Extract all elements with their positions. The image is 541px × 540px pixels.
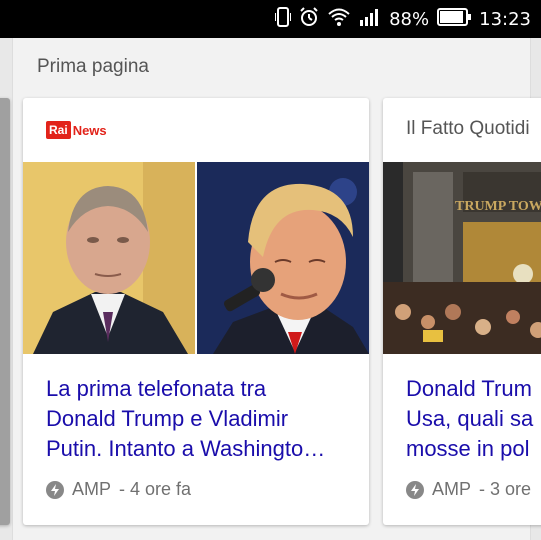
news-logo-text: News (72, 122, 107, 138)
headline-line: Donald Trum (406, 376, 532, 401)
headline-line: La prima telefonata tra (46, 376, 267, 401)
headline-link[interactable]: La prima telefonata tra Donald Trump e V… (46, 374, 325, 464)
rai-logo-box: Rai (46, 121, 71, 139)
headline-line: Donald Trump e Vladimir (46, 406, 289, 431)
trump-tower-sign: TRUMP TOWER (455, 199, 541, 214)
card-meta: AMP - 4 ore fa (46, 479, 191, 500)
previous-card-peek[interactable] (0, 98, 10, 525)
headline-link[interactable]: Donald Trum Usa, quali sa mosse in pol (406, 374, 533, 464)
signal-icon (359, 7, 381, 32)
article-thumbnail[interactable] (23, 162, 369, 354)
amp-bolt-icon (406, 480, 424, 499)
news-card-ilfatto[interactable]: Il Fatto Quotidi TRUMP TOWER Donald Trum… (383, 98, 541, 525)
clock: 13:23 (479, 8, 531, 30)
vibrate-icon (274, 6, 293, 32)
section-title: Prima pagina (37, 56, 149, 77)
time-ago: - 3 ore (479, 479, 532, 499)
amp-bolt-icon (46, 480, 64, 499)
wifi-icon (327, 7, 351, 32)
source-logo: Rai News (46, 120, 107, 140)
battery-icon (437, 7, 472, 31)
battery-percent: 88% (389, 8, 430, 30)
article-thumbnail[interactable]: TRUMP TOWER (383, 162, 541, 354)
amp-label: AMP (72, 479, 112, 499)
headline-line: mosse in pol (406, 436, 530, 461)
card-meta: AMP - 3 ore (406, 479, 531, 500)
time-ago: - 4 ore fa (119, 479, 192, 499)
alarm-icon (299, 6, 319, 32)
amp-label: AMP (432, 479, 472, 499)
headline-line: Putin. Intanto a Washingto… (46, 436, 326, 461)
news-card-rainews[interactable]: Rai News La prima telefonata tra Donald … (23, 98, 369, 525)
source-name: Il Fatto Quotidi (406, 118, 530, 139)
status-bar: 88% 13:23 (0, 0, 541, 38)
headline-line: Usa, quali sa (406, 406, 534, 431)
